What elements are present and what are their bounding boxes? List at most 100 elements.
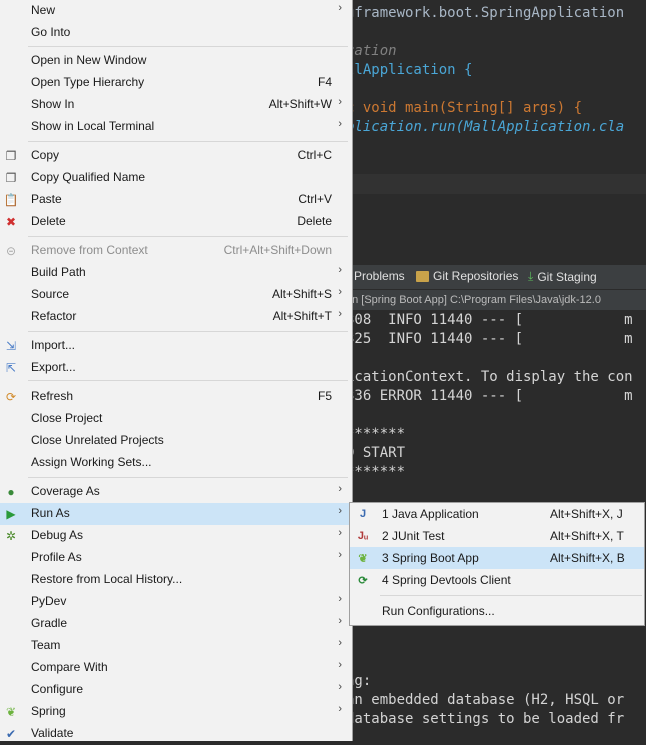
menu-item-label: Copy xyxy=(31,148,60,162)
menu-item-profile-as[interactable]: Profile As › xyxy=(0,547,352,569)
context-menu: New › Go Into Open in New Window Open Type H… xyxy=(0,0,353,741)
menu-item-pydev[interactable]: PyDev › xyxy=(0,591,352,613)
submenu-item-label: 2 JUnit Test xyxy=(382,529,445,543)
menu-item-paste[interactable]: 📋 Paste Ctrl+V xyxy=(0,189,352,211)
menu-item-copy-qualified-name[interactable]: ❐ Copy Qualified Name xyxy=(0,167,352,189)
menu-item-shortcut: Ctrl+V xyxy=(298,192,332,206)
menu-item-debug-as[interactable]: ✲ Debug As › xyxy=(0,525,352,547)
menu-item-label: Configure xyxy=(31,682,84,696)
menu-item-label: Restore from Local History... xyxy=(31,572,183,586)
menu-item-source[interactable]: Source Alt+Shift+S › xyxy=(0,284,352,306)
code-line-annotation: cation xyxy=(346,43,397,59)
chevron-right-icon: › xyxy=(338,96,342,108)
current-line-highlight xyxy=(346,174,646,194)
menu-item-label: Delete xyxy=(31,214,66,228)
validate-icon: ✔ xyxy=(5,727,17,741)
menu-item-go-into[interactable]: Go Into xyxy=(0,22,352,44)
menu-item-shortcut: Alt+Shift+W xyxy=(268,97,332,111)
menu-item-open-in-new-window[interactable]: Open in New Window xyxy=(0,50,352,72)
console-line: database settings to be loaded fr xyxy=(346,711,625,727)
menu-item-open-type-hierarchy[interactable]: Open Type Hierarchy F4 xyxy=(0,72,352,94)
delete-icon: ✖ xyxy=(5,215,17,229)
menu-item-shortcut: F4 xyxy=(317,75,332,89)
junit-icon: Jᵤ xyxy=(357,530,369,542)
submenu-item-4-spring-devtools-client[interactable]: ⟳ 4 Spring Devtools Client xyxy=(350,569,644,591)
menu-item-label: Team xyxy=(31,638,61,652)
menu-item-label: New xyxy=(31,3,56,17)
menu-item-validate[interactable]: ✔ Validate xyxy=(0,723,352,745)
code-line-main: c void main(String[] args) { xyxy=(346,100,583,116)
menu-item-configure[interactable]: Configure › xyxy=(0,679,352,701)
menu-item-run-as[interactable]: ▶ Run As › xyxy=(0,503,352,525)
menu-item-refresh[interactable]: ⟳ Refresh F5 xyxy=(0,386,352,408)
java-application-icon: J xyxy=(359,508,367,520)
console-line: 336 ERROR 11440 --- [ m xyxy=(346,388,633,404)
menu-item-restore-from-local-history[interactable]: Restore from Local History... xyxy=(0,569,352,591)
menu-item-label: Refactor xyxy=(31,309,77,323)
menu-item-shortcut: Ctrl+C xyxy=(297,148,332,162)
chevron-right-icon: › xyxy=(338,308,342,320)
chevron-right-icon: › xyxy=(338,659,342,671)
menu-separator xyxy=(28,141,348,142)
chevron-right-icon: › xyxy=(338,505,342,517)
menu-separator xyxy=(28,46,348,47)
menu-item-delete[interactable]: ✖ Delete Delete xyxy=(0,211,352,233)
menu-item-label: Refresh xyxy=(31,389,74,403)
chevron-right-icon: › xyxy=(338,593,342,605)
submenu-item-3-spring-boot-app[interactable]: ❦ 3 Spring Boot App Alt+Shift+X, B xyxy=(350,547,644,569)
menu-separator xyxy=(28,331,348,332)
menu-item-label: Import... xyxy=(31,338,76,352)
submenu-item-label: Run Configurations... xyxy=(382,604,495,618)
menu-item-export[interactable]: ⇱ Export... xyxy=(0,357,352,379)
spring-icon: ❦ xyxy=(5,705,17,719)
paste-icon: 📋 xyxy=(3,193,19,207)
menu-item-shortcut: Ctrl+Alt+Shift+Down xyxy=(223,243,332,257)
menu-item-label: Debug As xyxy=(31,528,84,542)
chevron-right-icon: › xyxy=(338,615,342,627)
menu-item-assign-working-sets[interactable]: Assign Working Sets... xyxy=(0,452,352,474)
menu-item-label: Source xyxy=(31,287,70,301)
menu-item-label: Show In xyxy=(31,97,75,111)
menu-item-refactor[interactable]: Refactor Alt+Shift+T › xyxy=(0,306,352,328)
menu-item-import[interactable]: ⇲ Import... xyxy=(0,335,352,357)
menu-item-shortcut: Delete xyxy=(297,214,332,228)
menu-item-show-in-local-terminal[interactable]: Show in Local Terminal › xyxy=(0,116,352,138)
export-icon: ⇱ xyxy=(5,361,17,375)
menu-item-label: Run As xyxy=(31,506,70,520)
menu-item-gradle[interactable]: Gradle › xyxy=(0,613,352,635)
menu-item-close-project[interactable]: Close Project xyxy=(0,408,352,430)
menu-item-label: Open Type Hierarchy xyxy=(31,75,145,89)
tab-git-repositories[interactable]: Git Repositories xyxy=(416,269,518,283)
submenu-item-run-configurations[interactable]: Run Configurations... xyxy=(350,600,644,622)
menu-item-coverage-as[interactable]: ● Coverage As › xyxy=(0,481,352,503)
menu-separator xyxy=(28,380,348,381)
menu-item-label: Paste xyxy=(31,192,62,206)
menu-item-build-path[interactable]: Build Path › xyxy=(0,262,352,284)
submenu-item-shortcut: Alt+Shift+X, B xyxy=(550,551,625,565)
menu-item-shortcut: Alt+Shift+T xyxy=(272,309,332,323)
menu-item-label: Validate xyxy=(31,726,74,740)
menu-item-label: Open in New Window xyxy=(31,53,147,67)
menu-item-spring[interactable]: ❦ Spring › xyxy=(0,701,352,723)
console-line: an embedded database (H2, HSQL or xyxy=(346,692,625,708)
tab-git-staging[interactable]: ⤓ Git Staging xyxy=(528,269,597,284)
menu-item-close-unrelated-projects[interactable]: Close Unrelated Projects xyxy=(0,430,352,452)
chevron-right-icon: › xyxy=(338,483,342,495)
menu-item-copy[interactable]: ❐ Copy Ctrl+C xyxy=(0,145,352,167)
chevron-right-icon: › xyxy=(338,703,342,715)
menu-item-label: Coverage As xyxy=(31,484,100,498)
chevron-right-icon: › xyxy=(338,264,342,276)
menu-item-new[interactable]: New › xyxy=(0,0,352,22)
menu-item-remove-from-context[interactable]: ⊝ Remove from Context Ctrl+Alt+Shift+Down xyxy=(0,240,352,262)
submenu-item-1-java-application[interactable]: J 1 Java Application Alt+Shift+X, J xyxy=(350,503,644,525)
git-staging-icon: ⤓ xyxy=(528,269,534,283)
submenu-item-label: 3 Spring Boot App xyxy=(382,551,479,565)
menu-item-compare-with[interactable]: Compare With › xyxy=(0,657,352,679)
submenu-item-2-junit-test[interactable]: Jᵤ 2 JUnit Test Alt+Shift+X, T xyxy=(350,525,644,547)
import-icon: ⇲ xyxy=(5,339,17,353)
chevron-right-icon: › xyxy=(338,286,342,298)
menu-item-team[interactable]: Team › xyxy=(0,635,352,657)
tab-problems[interactable]: Problems xyxy=(354,269,405,283)
menu-item-shortcut: Alt+Shift+S xyxy=(271,287,332,301)
menu-item-show-in[interactable]: Show In Alt+Shift+W › xyxy=(0,94,352,116)
